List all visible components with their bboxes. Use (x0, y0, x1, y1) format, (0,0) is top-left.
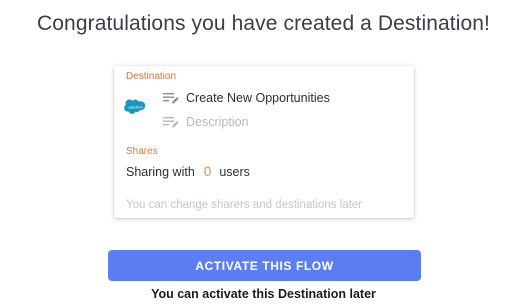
description-row: Description (163, 113, 249, 131)
activate-flow-button[interactable]: ACTIVATE THIS FLOW (108, 250, 421, 281)
page-title: Congratulations you have created a Desti… (37, 12, 490, 35)
sharing-suffix: users (219, 164, 250, 179)
description-field[interactable]: Description (186, 115, 249, 129)
flow-name[interactable]: Create New Opportunities (186, 91, 330, 105)
svg-text:salesforce: salesforce (128, 106, 143, 110)
destination-section-label: Destination (126, 71, 177, 82)
change-later-hint: You can change sharers and destinations … (126, 199, 363, 211)
shares-section-label: Shares (126, 146, 158, 157)
destination-card: Destination salesforce Create New Opport… (114, 66, 414, 218)
salesforce-logo-icon: salesforce (124, 99, 146, 114)
sharing-prefix: Sharing with (126, 164, 195, 179)
notes-icon (163, 117, 179, 128)
activate-later-text: You can activate this Destination later (151, 287, 376, 301)
sharing-count[interactable]: 0 (204, 164, 212, 179)
notes-icon (163, 93, 179, 104)
flow-name-row: Create New Opportunities (163, 89, 330, 107)
sharing-summary: Sharing with 0 users (126, 164, 250, 179)
